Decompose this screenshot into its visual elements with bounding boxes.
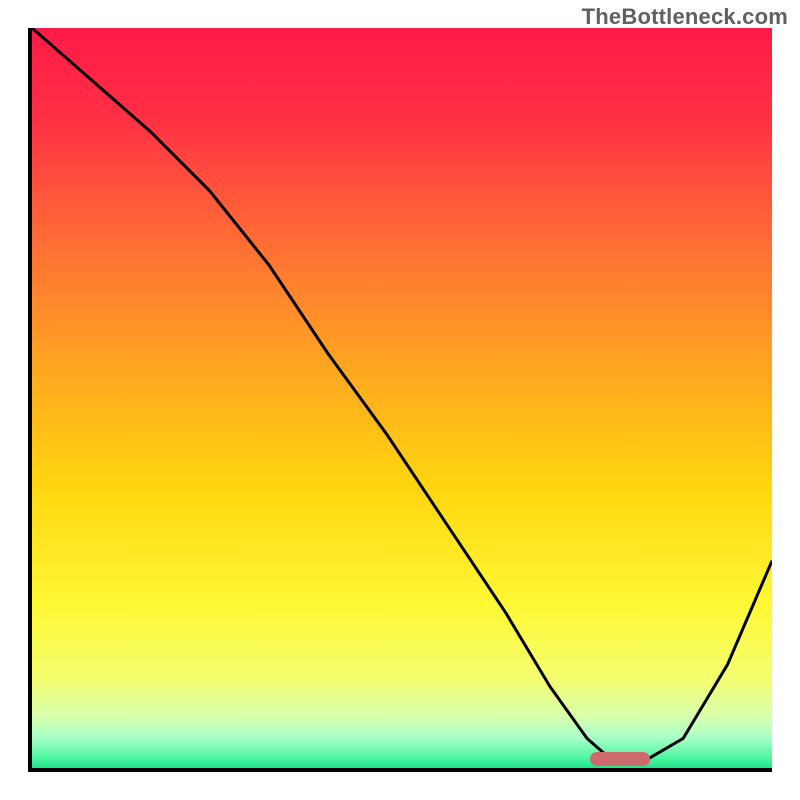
plot-area (28, 28, 772, 772)
bottleneck-curve (32, 28, 772, 768)
optimal-marker (590, 752, 650, 766)
chart-container: TheBottleneck.com (0, 0, 800, 800)
curve-path (32, 28, 772, 764)
watermark-text: TheBottleneck.com (582, 4, 788, 30)
